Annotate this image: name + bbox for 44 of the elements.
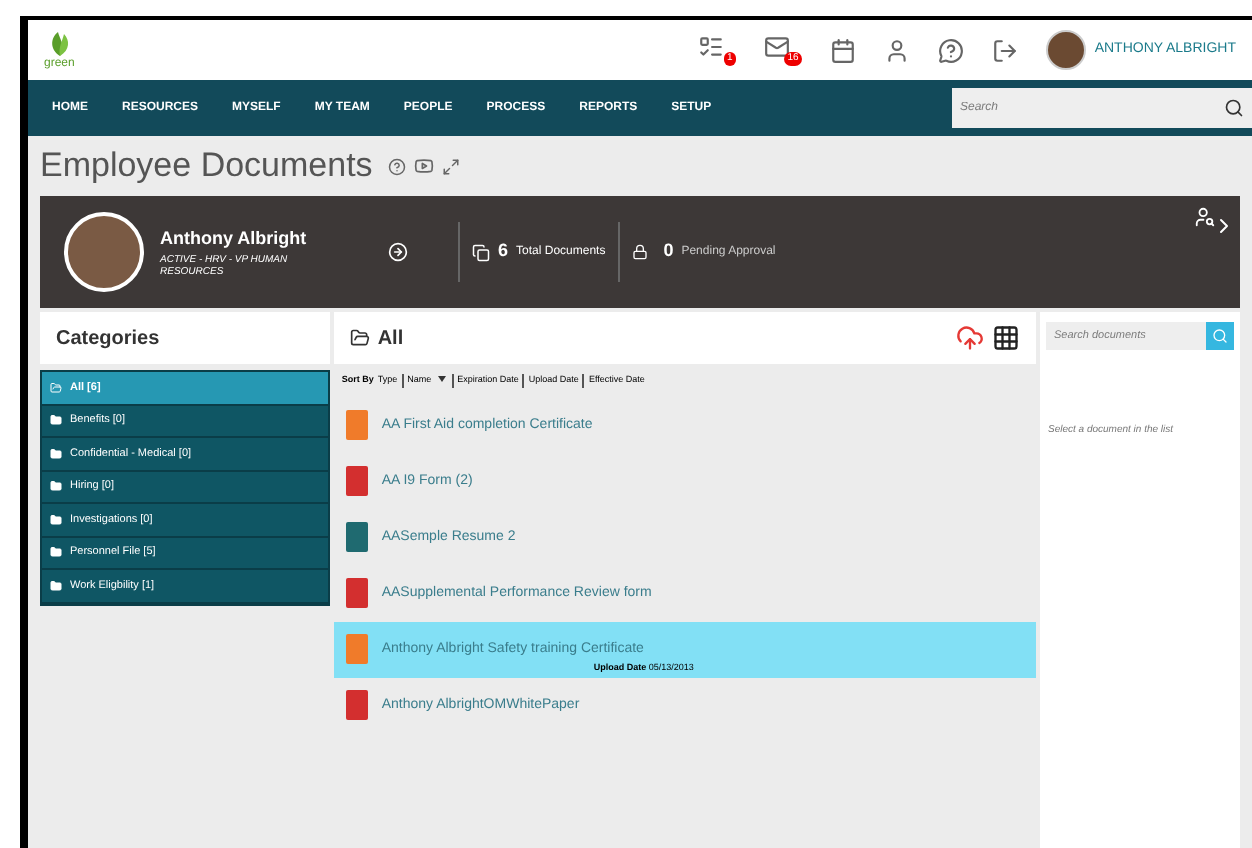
calendar-icon xyxy=(830,37,857,63)
search-icon xyxy=(1212,328,1228,344)
certificate-file-icon xyxy=(345,634,368,665)
grid-icon[interactable] xyxy=(992,324,1020,352)
person-icon xyxy=(884,37,911,63)
avatar-icon[interactable] xyxy=(1046,30,1087,70)
help-icon xyxy=(938,37,965,63)
profile-name: Anthony Albright xyxy=(160,226,309,253)
total-count: 6 xyxy=(498,238,509,265)
pending-count: 0 xyxy=(663,238,674,265)
arrow-right-icon[interactable] xyxy=(388,242,408,262)
folder-icon xyxy=(349,328,370,348)
page-title: Employee Documents xyxy=(40,144,373,189)
search-icon[interactable] xyxy=(1224,98,1244,118)
pdf-file-icon xyxy=(345,466,368,497)
expand-icon[interactable] xyxy=(442,157,461,175)
calendar-button[interactable] xyxy=(830,37,857,63)
folder-icon xyxy=(50,546,62,559)
profile-photo xyxy=(64,212,144,292)
folder-icon xyxy=(50,480,62,493)
person-button[interactable] xyxy=(884,37,911,63)
folder-icon xyxy=(50,414,62,427)
documents-icon xyxy=(472,243,490,261)
video-icon[interactable] xyxy=(414,156,435,176)
certificate-file-icon xyxy=(345,410,368,441)
logout-button[interactable] xyxy=(992,37,1019,63)
document-file-icon xyxy=(345,522,368,553)
list-icon xyxy=(698,34,725,60)
help-icon[interactable] xyxy=(388,157,407,175)
folder-icon xyxy=(50,447,62,460)
folder-icon xyxy=(50,513,62,526)
folder-icon xyxy=(50,579,62,592)
mail-icon xyxy=(764,34,791,60)
user-search-icon[interactable] xyxy=(1194,206,1216,228)
upload-icon[interactable] xyxy=(956,324,984,352)
help-button[interactable] xyxy=(938,37,965,63)
pdf-file-icon xyxy=(345,578,368,609)
documents-title: All xyxy=(377,325,404,353)
caret-icon xyxy=(437,376,446,382)
logout-icon xyxy=(992,37,1019,63)
categories-title: Categories xyxy=(56,325,160,353)
pdf-file-icon xyxy=(345,690,368,721)
folder-icon xyxy=(50,381,62,394)
lock-icon xyxy=(631,244,648,260)
